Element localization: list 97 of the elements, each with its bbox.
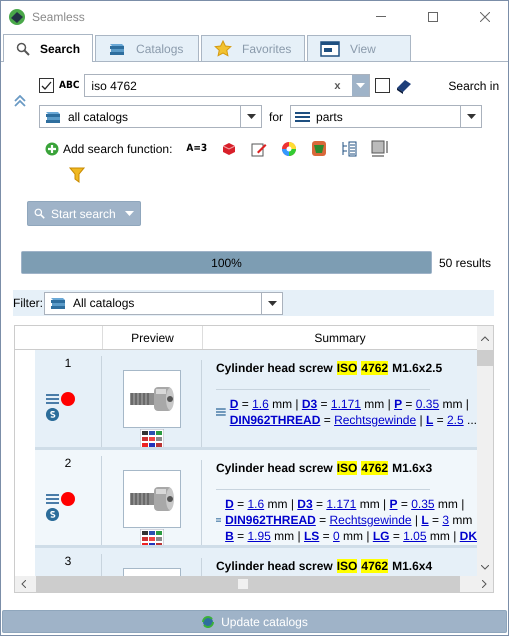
value-link[interactable]: 1.171 (330, 397, 361, 411)
checkbox[interactable] (39, 78, 54, 93)
target-dropdown[interactable]: parts (290, 105, 482, 128)
tree-icon[interactable] (341, 140, 358, 156)
result-row[interactable]: 3 Cylinder head screw ISO 4762 M1.6x4 (35, 548, 477, 576)
catalog-dropdown[interactable]: all catalogs (39, 105, 262, 128)
maximize-icon[interactable] (428, 12, 438, 22)
list-icon (295, 110, 310, 122)
parameter-link[interactable]: L (426, 413, 434, 427)
row-number: 3 (64, 554, 72, 568)
column-header[interactable]: Preview (102, 326, 202, 349)
result-row[interactable]: 1 Cylinder head screw ISO 4762 M1.6x2.5 D = 1.6 mm | D3 = 1.171 mm | P = 0.35 mm | DIN962THREAD = Rechtsgewinde | L = 2.5 ... (35, 350, 477, 450)
dimension-icon[interactable] (371, 140, 390, 157)
edit-icon[interactable] (251, 140, 268, 156)
list-icon (216, 515, 222, 525)
list-icon (46, 394, 59, 404)
add-function-label: Add search function: (63, 142, 172, 156)
part-title: Cylinder head screw ISO 4762 M1.6x4 (216, 559, 434, 573)
result-row[interactable]: 2 Cylinder head screw ISO 4762 M1.6x3 D = 1.6 mm | D3 = 1.171 mm | P = 0.35 mm | DIN962THREAD = Rechtsgewinde | L = 3 mm B = 1.95 mm | LS = 0 mm | LG = 1.05 mm | DK (35, 450, 477, 548)
parameter-list: D = 1.6 mm | D3 = 1.171 mm | P = 0.35 mm | DIN962THREAD = Rechtsgewinde | L = 2.5 ... (230, 396, 477, 428)
value-link[interactable]: 0.35 (416, 397, 440, 411)
parameter-link[interactable]: D (230, 397, 238, 411)
shape-icon[interactable] (311, 140, 328, 157)
flags-icon (140, 429, 164, 447)
add-icon[interactable] (45, 142, 59, 156)
caret-icon (466, 114, 476, 119)
checkbox[interactable] (375, 78, 390, 93)
scroll-right-icon[interactable] (482, 580, 487, 588)
window-title: Seamless (32, 10, 86, 24)
star-icon (214, 40, 232, 57)
parameter-list: D = 1.6 mm | D3 = 1.171 mm | P = 0.35 mm | DIN962THREAD = Rechtsgewinde | L = 3 mm B = 1.95 mm | LS = 0 mm | LG = 1.05 mm | DK (225, 496, 477, 544)
value-link[interactable]: 0 (333, 529, 340, 543)
filter-label: Filter: (13, 296, 43, 310)
value-link[interactable]: Rechtsgewinde (330, 513, 412, 527)
results-count: 50 results (439, 256, 492, 270)
caret-icon (125, 211, 134, 216)
value-link[interactable]: 0.35 (411, 497, 435, 511)
app-logo-icon (8, 8, 26, 26)
scroll-thumb[interactable] (477, 350, 493, 366)
parameter-link[interactable]: D3 (297, 497, 313, 511)
book-icon (395, 78, 414, 94)
filter-dropdown[interactable]: All catalogs (44, 292, 283, 314)
value-link[interactable]: 3 (442, 513, 450, 527)
s-badge-icon (46, 408, 59, 421)
part-title: Cylinder head screw ISO 4762 M1.6x3 (216, 461, 434, 475)
books-icon (49, 295, 67, 311)
scroll-up-icon[interactable] (481, 336, 489, 340)
parameter-link[interactable]: P (389, 497, 398, 511)
part-title: Cylinder head screw ISO 4762 M1.6x2.5 (216, 361, 444, 375)
parameter-link[interactable]: L (421, 513, 429, 527)
parameter-link[interactable]: LG (372, 529, 390, 543)
value-link[interactable]: 1.171 (326, 497, 356, 511)
value-link[interactable]: 1.6 (247, 497, 264, 511)
scroll-down-icon[interactable] (481, 565, 489, 570)
parameter-link[interactable]: B (225, 529, 234, 543)
value-link[interactable]: 2.5 (446, 413, 464, 427)
parameter-link[interactable]: DIN962THREAD (225, 513, 316, 527)
collapse-icon[interactable] (14, 95, 26, 107)
clear-button[interactable]: x (334, 80, 352, 92)
refresh-icon (201, 614, 216, 628)
tab[interactable]: Search (3, 34, 94, 62)
cube-icon[interactable] (221, 140, 238, 156)
vertical-scrollbar[interactable] (477, 326, 493, 576)
search-icon (34, 208, 45, 219)
progress-label: 100% (210, 256, 243, 270)
value-link[interactable]: 1.6 (252, 397, 269, 411)
filter-icon[interactable] (69, 167, 85, 183)
value-link[interactable]: Rechtsgewinde (334, 413, 416, 427)
for-label: for (269, 110, 284, 124)
list-icon (216, 407, 226, 417)
value-link[interactable]: 1.05 (403, 529, 427, 543)
checkmark-icon (41, 80, 52, 91)
parameter-link[interactable]: DK (460, 529, 477, 543)
s-badge-icon (46, 508, 59, 521)
parameter-link[interactable]: DIN962THREAD (230, 413, 320, 427)
row-number: 2 (64, 456, 72, 470)
caret-icon (268, 300, 276, 306)
caret-icon (246, 114, 256, 119)
search-in-label: Search in (448, 78, 500, 92)
color-wheel-icon[interactable] (281, 140, 298, 156)
search-icon (16, 42, 30, 56)
parameter-link[interactable]: D3 (302, 397, 318, 411)
row-number: 1 (64, 356, 72, 370)
parameter-link[interactable]: D (225, 497, 234, 511)
caret-icon (356, 83, 366, 88)
scroll-left-icon[interactable] (21, 580, 26, 588)
parameter-link[interactable]: LS (304, 529, 320, 543)
scroll-thumb[interactable] (238, 579, 248, 589)
close-icon[interactable] (480, 12, 490, 22)
text-match-label: ABC (59, 80, 80, 91)
equation-function-button[interactable]: A=3 (186, 143, 208, 154)
horizontal-scrollbar[interactable] (15, 576, 493, 592)
window-icon (320, 40, 340, 56)
parameter-link[interactable]: P (394, 397, 402, 411)
list-icon (46, 494, 59, 504)
search-field[interactable]: iso 4762 x (84, 74, 370, 97)
value-link[interactable]: 1.95 (247, 529, 271, 543)
